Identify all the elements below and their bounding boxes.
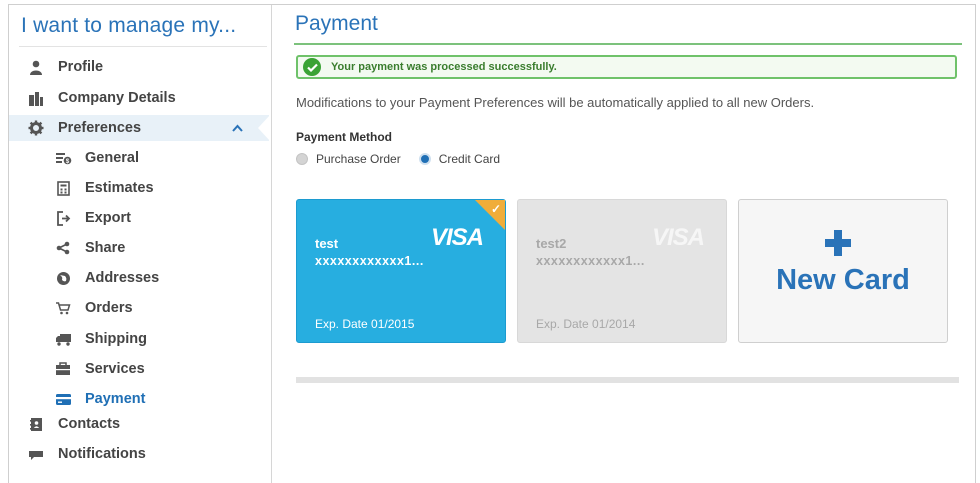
- sidebar-item-general[interactable]: $ General: [9, 145, 271, 171]
- sidebar-item-label: Notifications: [58, 446, 146, 462]
- purchase-order-radio[interactable]: [296, 153, 308, 165]
- sidebar-item-label: Preferences: [58, 120, 142, 136]
- credit-card-icon: [53, 389, 73, 409]
- success-alert: Your payment was processed successfully.: [296, 55, 957, 79]
- sidebar-item-company-details[interactable]: Company Details: [9, 85, 271, 111]
- sidebar-item-label: Estimates: [85, 180, 154, 196]
- checkmark-icon: ✓: [490, 202, 501, 216]
- sidebar-divider: [19, 46, 267, 47]
- cart-icon: [53, 298, 73, 318]
- card-number: xxxxxxxxxxxx1...: [536, 254, 645, 268]
- globe-icon: [53, 268, 73, 288]
- calculator-icon: [53, 178, 73, 198]
- app-frame: I want to manage my... Profile Company D…: [8, 4, 976, 483]
- sidebar-item-label: Payment: [85, 391, 146, 407]
- purchase-order-label[interactable]: Purchase Order: [316, 152, 401, 166]
- credit-card-tile-selected[interactable]: ✓ VISA test xxxxxxxxxxxx1... Exp. Date 0…: [296, 199, 506, 343]
- sidebar-item-label: Shipping: [85, 331, 148, 347]
- general-settings-icon: $: [53, 148, 73, 168]
- sidebar-title: I want to manage my...: [21, 14, 237, 37]
- sidebar-item-contacts[interactable]: Contacts: [9, 411, 271, 437]
- alert-text: Your payment was processed successfully.: [331, 61, 557, 73]
- speech-bubble-icon: [26, 444, 46, 464]
- buildings-icon: [26, 88, 46, 108]
- sidebar-item-notifications[interactable]: Notifications: [9, 441, 271, 467]
- plus-icon: [825, 230, 851, 256]
- sidebar-item-preferences[interactable]: Preferences: [9, 115, 270, 141]
- sidebar-item-label: Orders: [85, 300, 133, 316]
- sidebar-item-payment[interactable]: Payment: [9, 386, 271, 412]
- visa-logo: VISA: [430, 224, 484, 251]
- sidebar-item-label: Company Details: [58, 90, 176, 106]
- sidebar-item-label: Share: [85, 240, 126, 256]
- sidebar-item-share[interactable]: Share: [9, 235, 271, 261]
- sidebar-item-label: General: [85, 150, 139, 166]
- credit-card-radio[interactable]: [418, 153, 431, 165]
- credit-card-label[interactable]: Credit Card: [439, 152, 500, 166]
- person-icon: [26, 57, 46, 77]
- card-name: test2: [536, 236, 567, 251]
- sidebar-item-orders[interactable]: Orders: [9, 295, 271, 321]
- payment-method-label: Payment Method: [296, 130, 393, 144]
- sidebar-item-services[interactable]: Services: [9, 356, 271, 382]
- credit-card-tile[interactable]: VISA test2 xxxxxxxxxxxx1... Exp. Date 01…: [517, 199, 727, 343]
- services-icon: [53, 359, 73, 379]
- payment-method-options: Purchase Order Credit Card: [296, 152, 500, 166]
- sidebar: I want to manage my... Profile Company D…: [9, 5, 272, 483]
- sidebar-item-shipping[interactable]: Shipping: [9, 326, 271, 352]
- card-name: test: [315, 236, 339, 251]
- title-underline: [294, 43, 962, 45]
- active-notch: [258, 115, 270, 141]
- check-circle-icon: [303, 58, 321, 76]
- card-expiry: Exp. Date 01/2015: [315, 317, 415, 331]
- visa-logo: VISA: [651, 224, 705, 251]
- address-book-icon: [26, 414, 46, 434]
- new-card-button[interactable]: New Card: [738, 199, 948, 343]
- card-expiry: Exp. Date 01/2014: [536, 317, 636, 331]
- sidebar-item-estimates[interactable]: Estimates: [9, 175, 271, 201]
- chevron-up-icon[interactable]: [232, 120, 243, 135]
- page-title: Payment: [295, 12, 378, 35]
- preferences-note: Modifications to your Payment Preference…: [296, 95, 815, 110]
- sidebar-item-label: Addresses: [85, 270, 160, 286]
- sidebar-item-profile[interactable]: Profile: [9, 54, 271, 80]
- gear-icon: [26, 118, 46, 138]
- truck-icon: [53, 329, 73, 349]
- sidebar-item-label: Profile: [58, 59, 104, 75]
- share-icon: [53, 238, 73, 258]
- sidebar-item-export[interactable]: Export: [9, 205, 271, 231]
- sidebar-item-label: Contacts: [58, 416, 121, 432]
- sidebar-item-label: Services: [85, 361, 145, 377]
- main-content: Payment Your payment was processed succe…: [272, 5, 975, 483]
- section-divider: [296, 377, 959, 383]
- export-icon: [53, 208, 73, 228]
- sidebar-item-label: Export: [85, 210, 131, 226]
- sidebar-item-addresses[interactable]: Addresses: [9, 265, 271, 291]
- card-number: xxxxxxxxxxxx1...: [315, 254, 424, 268]
- new-card-label: New Card: [776, 264, 910, 296]
